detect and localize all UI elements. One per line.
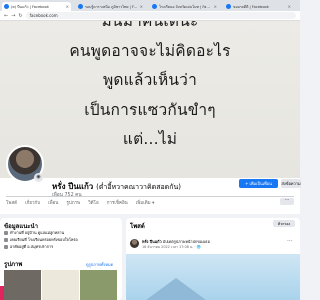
filter-button[interactable]: ตัวกรอง xyxy=(273,220,295,227)
back-arrow-icon[interactable]: ← xyxy=(4,13,8,19)
tab-checkins[interactable]: การเช็คอิน xyxy=(107,199,128,206)
friends-count[interactable]: เพื่อน 752 คน xyxy=(52,191,82,199)
add-friend-icon: + xyxy=(245,181,249,186)
post-image-shape xyxy=(146,278,206,300)
intro-item-text: ทำงานที่ อยู่บ้าน ดูแลแม่ลูกหลาน xyxy=(10,230,65,235)
facebook-favicon-icon xyxy=(4,4,9,9)
tab-label: รอบรู้ดาราเหนือ ภูมิชาวไทย | Facebook xyxy=(85,4,138,9)
message-button[interactable]: ส่งข้อความ xyxy=(281,179,301,188)
cover-photo[interactable]: มันมาคนเดนะ คนพูดอาจจะไม่คิดอะไร พูดแล้ว… xyxy=(0,21,300,178)
profile-alias: (ต่ำอี้หวาคณาวาคิดสอดกัน) xyxy=(96,183,181,191)
address-bar: ← → ↻ facebook.com xyxy=(0,11,300,21)
cover-text: มันมาคนเดนะ คนพูดอาจจะไม่คิดอะไร พูดแล้ว… xyxy=(0,21,300,155)
close-tab-icon[interactable]: × xyxy=(140,4,143,9)
tab-more[interactable]: เพิ่มเติม ▾ xyxy=(136,199,155,206)
photos-title: รูปภาพ xyxy=(4,261,23,268)
tab-about[interactable]: เกี่ยวกับ xyxy=(25,199,40,206)
home-icon xyxy=(4,245,8,249)
photo-thumbnail[interactable] xyxy=(4,270,41,300)
tab-photos[interactable]: รูปภาพ xyxy=(66,199,80,206)
intro-item-school: เคยเรียนที่ โรงเรียนหรอยหรั่งขอบใจโหรอ xyxy=(4,237,78,243)
photo-thumbnail[interactable] xyxy=(80,270,117,300)
post-author-avatar[interactable] xyxy=(130,239,139,248)
browser-tab-1[interactable]: (ต) ปีนแก้ว | Facebook × xyxy=(2,2,71,11)
posts-title: โพสต์ xyxy=(130,223,145,230)
add-friend-label: เพิ่มเป็นเพื่อน xyxy=(249,181,272,186)
tab-posts[interactable]: โพสต์ xyxy=(6,199,17,206)
browser-tab-3[interactable]: โรงเรียนอ จังหวัดเด่นโมท | Facebook × xyxy=(150,2,219,11)
photo-grid xyxy=(4,270,117,300)
cover-line: พูดแล้วเห็นว่า xyxy=(103,71,197,89)
school-icon xyxy=(4,238,8,242)
cover-line: เป็นการแซวกันขำๆ xyxy=(84,100,216,119)
post-options-icon[interactable]: ··· xyxy=(287,238,293,245)
tab-label: โรงเรียนอ จังหวัดเด่นโมท | Facebook xyxy=(159,4,212,9)
tab-label: ของกลดีดี | Facebook xyxy=(233,4,269,9)
intro-item-text: เคยเรียนที่ โรงเรียนหรอยหรั่งขอบใจโหรอ xyxy=(10,237,78,242)
close-tab-icon[interactable]: × xyxy=(214,4,217,9)
close-tab-icon[interactable]: × xyxy=(66,4,69,9)
facebook-favicon-icon xyxy=(226,4,231,9)
browser-tab-4[interactable]: ของกลดีดี | Facebook × xyxy=(224,2,293,11)
facebook-favicon-icon xyxy=(152,4,157,9)
browser-tab-bar: (ต) ปีนแก้ว | Facebook × รอบรู้ดาราเหนือ… xyxy=(0,0,300,11)
post-timestamp[interactable]: 16 ธันวาคม 2022 เวลา 17:08 น. · 🌐 xyxy=(142,245,201,250)
cover-line: มันมาคนเดนะ xyxy=(101,21,199,30)
reload-icon[interactable]: ↻ xyxy=(18,13,22,19)
more-options-button[interactable]: ··· xyxy=(280,198,294,205)
tab-label: (ต) ปีนแก้ว | Facebook xyxy=(11,4,49,9)
url-input[interactable]: facebook.com xyxy=(25,12,296,19)
camera-icon[interactable]: ◉ xyxy=(34,173,43,182)
tab-videos[interactable]: วิดีโอ xyxy=(88,199,99,206)
close-tab-icon[interactable]: × xyxy=(288,4,291,9)
browser-tab-2[interactable]: รอบรู้ดาราเหนือ ภูมิชาวไทย | Facebook × xyxy=(76,2,145,11)
cover-line: คนพูดอาจจะไม่คิดอะไร xyxy=(69,41,231,60)
profile-name-text: หรั่ง ปีนแก้ว xyxy=(52,182,94,191)
profile-divider xyxy=(6,196,294,197)
briefcase-icon xyxy=(4,231,8,235)
forward-arrow-icon[interactable]: → xyxy=(11,13,15,19)
intro-item-text: อาศัยอยู่ที่ อ.สมุทรปราการ xyxy=(10,244,54,249)
post-image[interactable] xyxy=(126,254,300,300)
see-all-photos-link[interactable]: ดูรูปภาพทั้งหมด xyxy=(86,261,113,268)
photo-thumbnail[interactable] xyxy=(42,270,79,300)
post-author-name[interactable]: หรั่ง ปีนแก้ว xyxy=(142,239,162,244)
facebook-favicon-icon xyxy=(78,4,83,9)
tab-friends[interactable]: เพื่อน xyxy=(48,199,58,206)
profile-tabs: โพสต์ เกี่ยวกับ เพื่อน รูปภาพ วิดีโอ การ… xyxy=(6,199,154,206)
intro-item-home: อาศัยอยู่ที่ อ.สมุทรปราการ xyxy=(4,244,53,250)
message-label: ส่งข้อความ xyxy=(281,181,301,186)
side-indicator xyxy=(0,286,4,300)
post-author-action: อัปเดตรูปภาพหน้าปกของเธอ xyxy=(162,239,210,244)
intro-item-work: ทำงานที่ อยู่บ้าน ดูแลแม่ลูกหลาน xyxy=(4,230,64,236)
cover-line: แต่...ไม่ xyxy=(122,130,178,148)
add-friend-button[interactable]: + เพิ่มเป็นเพื่อน xyxy=(239,179,278,188)
